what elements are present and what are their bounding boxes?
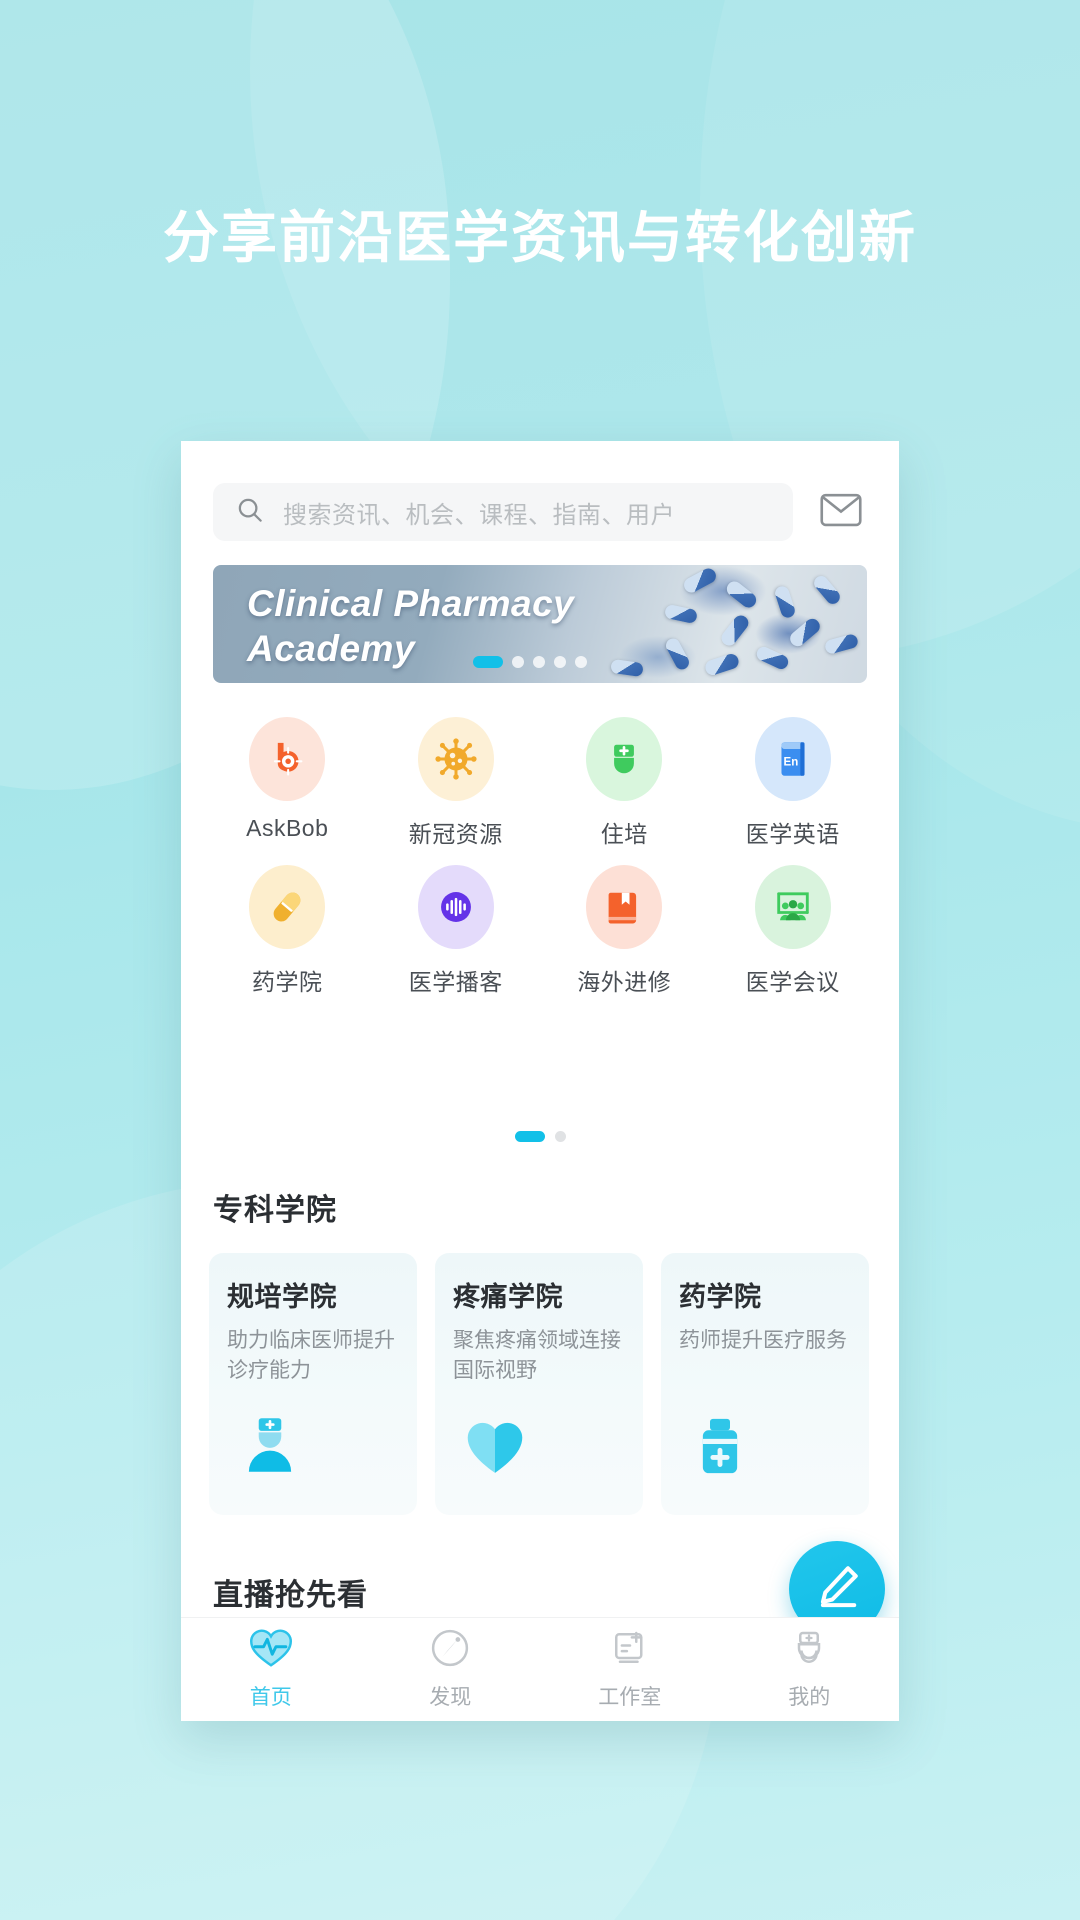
doctor-head-icon	[789, 1628, 829, 1673]
quick-entry-label: 海外进修	[577, 969, 672, 995]
quick-entry-label: 医学会议	[745, 969, 840, 995]
quick-entry-label: 住培	[600, 821, 648, 847]
quick-entry-pharmacy-college[interactable]: 药学院	[203, 865, 372, 997]
search-icon	[235, 495, 265, 530]
pencil-edit-icon	[812, 1562, 862, 1617]
target-icon	[249, 717, 326, 801]
bottom-navigation: 首页 发现 工作室 我的	[181, 1617, 899, 1721]
card-title: 规培学院	[227, 1282, 337, 1312]
quick-entry-conference[interactable]: 医学会议	[709, 865, 878, 997]
hero-banner[interactable]: Clinical Pharmacy Academy	[213, 565, 867, 683]
promo-page: 分享前沿医学资讯与转化创新 搜索资讯、机会、课程、指南、用户 Clinical …	[0, 0, 1080, 1920]
section-title-specialty: 专科学院	[213, 1194, 337, 1227]
quick-entry-label: AskBob	[246, 815, 329, 841]
card-title: 药学院	[679, 1282, 762, 1312]
quick-entry-residency[interactable]: 住培	[540, 717, 709, 849]
card-desc: 药师提升医疗服务	[679, 1329, 847, 1352]
search-placeholder: 搜索资讯、机会、课程、指南、用户	[283, 501, 675, 529]
document-icon	[610, 1628, 650, 1673]
banner-dot[interactable]	[554, 656, 566, 668]
specialty-card-list: 规培学院 助力临床医师提升诊疗能力 疼痛学院 聚焦疼痛领域连接国际视野 药学院 …	[209, 1253, 871, 1515]
nav-item-profile[interactable]: 我的	[720, 1628, 900, 1711]
section-title-live: 直播抢先看	[213, 1579, 368, 1612]
phone-screenshot: 搜索资讯、机会、课程、指南、用户 Clinical Pharmacy Acade…	[181, 441, 899, 1721]
mail-button[interactable]	[815, 486, 867, 538]
heart-pulse-icon	[249, 1628, 292, 1673]
capsule-icon	[249, 865, 326, 949]
card-desc: 聚焦疼痛领域连接国际视野	[453, 1329, 621, 1382]
envelope-icon	[820, 493, 862, 532]
quick-entry-label: 医学播客	[408, 969, 503, 995]
specialty-card-regui[interactable]: 规培学院 助力临床医师提升诊疗能力	[209, 1253, 417, 1515]
card-title: 疼痛学院	[453, 1282, 563, 1312]
specialty-card-pain[interactable]: 疼痛学院 聚焦疼痛领域连接国际视野	[435, 1253, 643, 1515]
banner-title-line1: Clinical Pharmacy	[247, 583, 575, 624]
quick-entry-label: 医学英语	[745, 821, 840, 847]
quick-entry-overseas[interactable]: 海外进修	[540, 865, 709, 997]
quick-entry-label: 新冠资源	[408, 821, 503, 847]
nav-label: 工作室	[598, 1686, 662, 1709]
banner-dot[interactable]	[575, 656, 587, 668]
grid-dot[interactable]	[514, 1131, 545, 1142]
nav-item-home[interactable]: 首页	[181, 1628, 361, 1711]
quick-entry-podcast[interactable]: 医学播客	[372, 865, 541, 997]
search-row: 搜索资讯、机会、课程、指南、用户	[213, 481, 867, 543]
svg-text:En: En	[783, 756, 798, 768]
nav-label: 发现	[429, 1686, 472, 1709]
specialty-card-pharmacy[interactable]: 药学院 药师提升医疗服务	[661, 1253, 869, 1515]
medicine-bottle-icon	[691, 1416, 749, 1481]
nav-item-discover[interactable]: 发现	[361, 1628, 541, 1711]
banner-dot[interactable]	[473, 656, 503, 668]
quick-entry-askbob[interactable]: AskBob	[203, 717, 372, 849]
nav-label: 我的	[788, 1686, 831, 1709]
quick-entry-covid[interactable]: 新冠资源	[372, 717, 541, 849]
page-headline: 分享前沿医学资讯与转化创新	[163, 206, 917, 269]
bookmark-book-icon	[586, 865, 663, 949]
doctor-icon	[239, 1414, 301, 1481]
virus-icon	[417, 717, 494, 801]
conference-icon	[754, 865, 831, 949]
heart-icon	[465, 1418, 525, 1481]
nav-label: 首页	[249, 1686, 292, 1709]
banner-dot[interactable]	[533, 656, 545, 668]
grid-dot[interactable]	[554, 1131, 566, 1142]
english-book-icon: En	[754, 717, 831, 801]
podcast-wave-icon	[417, 865, 494, 949]
quick-entry-label: 药学院	[252, 969, 323, 995]
quick-entry-grid: AskBob 新冠资源 住培 En 医学英语 药学院 医学播客 海外进修 医学会…	[203, 717, 877, 1013]
quick-entry-medical-english[interactable]: En 医学英语	[709, 717, 878, 849]
banner-pagination[interactable]	[473, 656, 587, 668]
compass-icon	[430, 1628, 470, 1673]
nurse-cap-icon	[586, 717, 663, 801]
card-desc: 助力临床医师提升诊疗能力	[227, 1329, 395, 1382]
banner-dot[interactable]	[512, 656, 524, 668]
nav-item-studio[interactable]: 工作室	[540, 1628, 720, 1711]
grid-pagination[interactable]	[181, 1131, 899, 1142]
search-input[interactable]: 搜索资讯、机会、课程、指南、用户	[213, 483, 793, 541]
